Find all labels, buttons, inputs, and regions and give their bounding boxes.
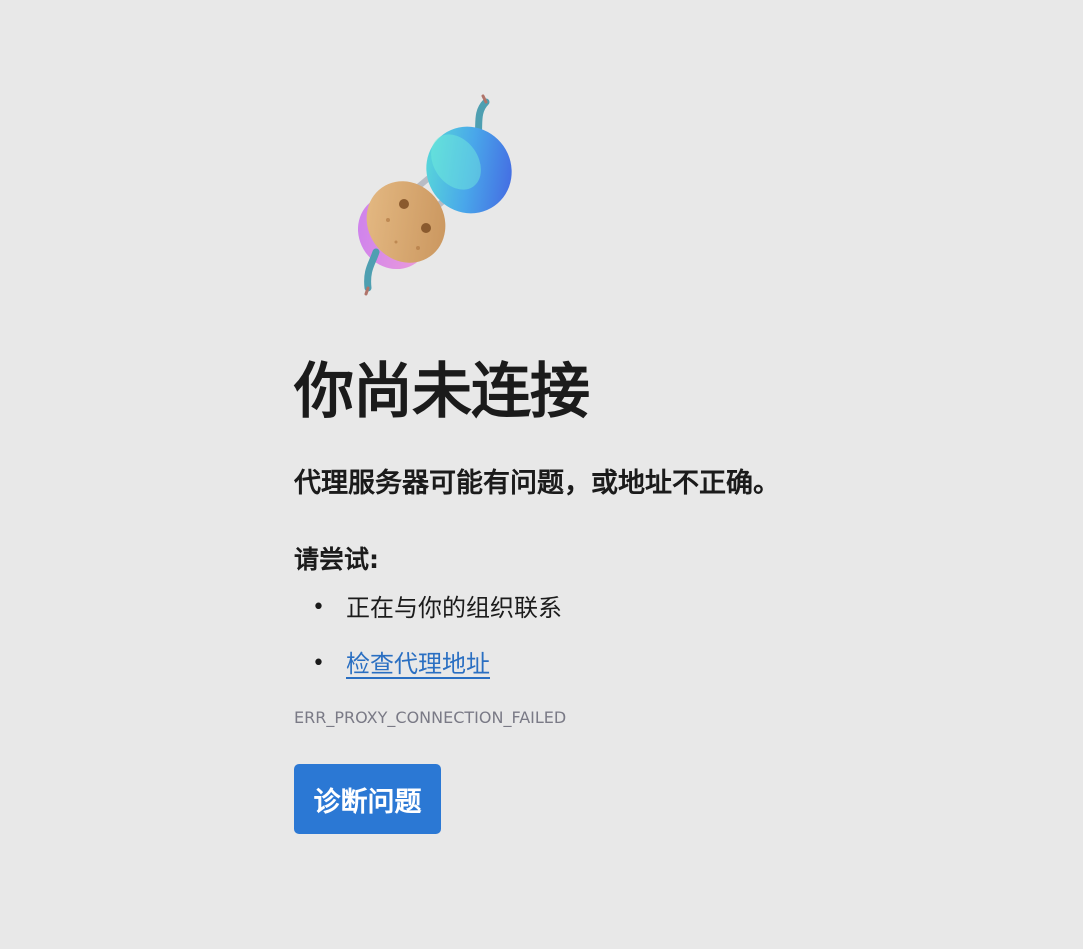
suggestion-item: • 检查代理地址 xyxy=(294,644,994,684)
error-content: 你尚未连接 代理服务器可能有问题，或地址不正确。 请尝试: • 正在与你的组织联… xyxy=(294,92,994,834)
page-title: 你尚未连接 xyxy=(294,357,590,427)
error-code: ERR_PROXY_CONNECTION_FAILED xyxy=(294,708,567,727)
bullet: • xyxy=(312,595,325,620)
error-description: 代理服务器可能有问题，或地址不正确。 xyxy=(294,468,780,499)
suggestion-list: • 正在与你的组织联系 • 检查代理地址 xyxy=(294,588,994,684)
unplugged-connector-icon xyxy=(357,94,512,296)
try-heading: 请尝试: xyxy=(294,545,379,574)
bullet: • xyxy=(312,651,325,676)
suggestion-contact-org: 正在与你的组织联系 xyxy=(346,594,562,622)
error-page: 你尚未连接 代理服务器可能有问题，或地址不正确。 请尝试: • 正在与你的组织联… xyxy=(0,0,1083,949)
diagnose-button[interactable]: 诊断问题 xyxy=(294,764,441,834)
suggestion-item: • 正在与你的组织联系 xyxy=(294,588,994,628)
check-proxy-link[interactable]: 检查代理地址 xyxy=(346,650,490,678)
